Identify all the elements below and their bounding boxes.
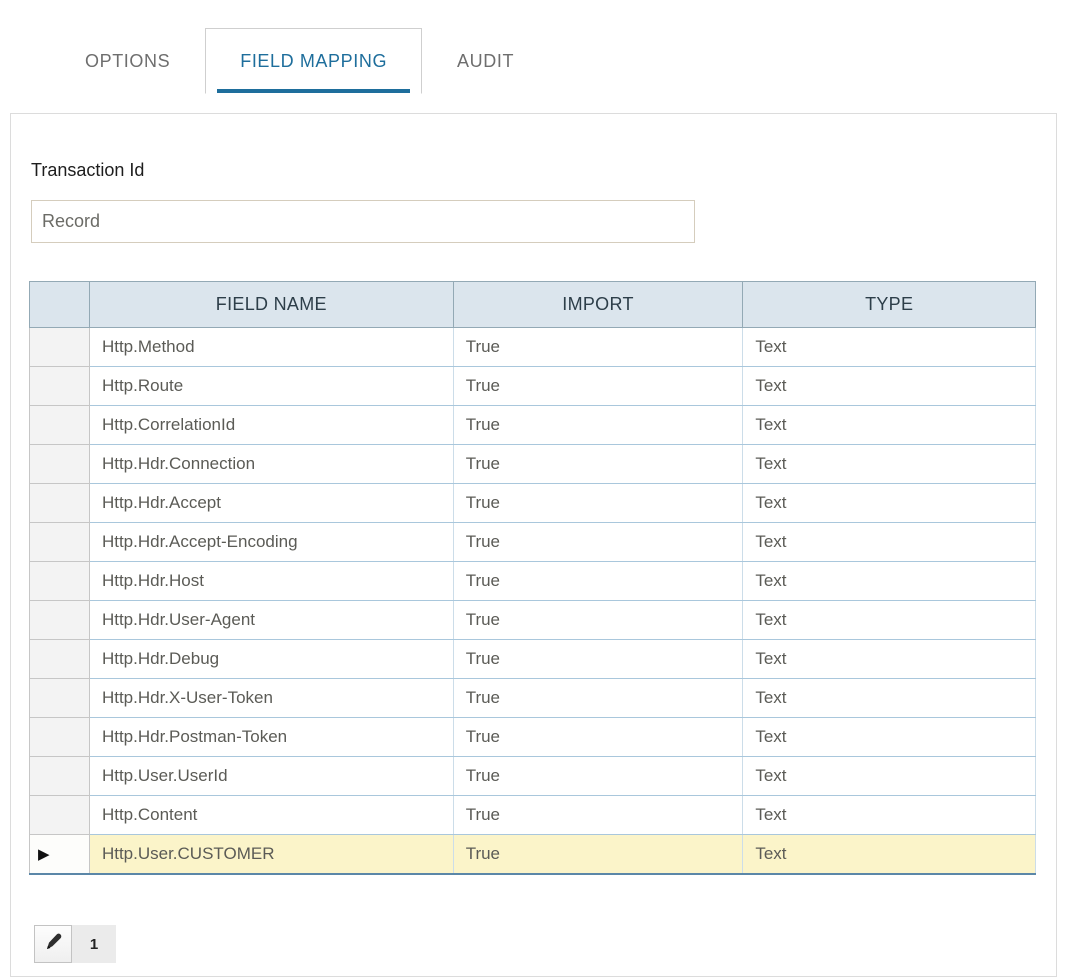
field-name-cell[interactable]: Http.Method	[89, 328, 453, 367]
field-mapping-panel: Transaction Id FIELD NAME IMPORT TYPE Ht…	[10, 113, 1057, 977]
transaction-id-label: Transaction Id	[31, 160, 144, 181]
field-name-cell[interactable]: Http.Route	[89, 367, 453, 406]
type-cell[interactable]: Text	[743, 328, 1036, 367]
import-cell[interactable]: True	[453, 601, 743, 640]
row-selector-cell[interactable]	[30, 679, 90, 718]
field-name-cell[interactable]: Http.Hdr.Postman-Token	[89, 718, 453, 757]
edit-button[interactable]	[34, 925, 72, 963]
table-row[interactable]: Http.MethodTrueText	[30, 328, 1036, 367]
transaction-id-input[interactable]	[31, 200, 695, 243]
field-name-cell[interactable]: Http.Hdr.X-User-Token	[89, 679, 453, 718]
table-row[interactable]: Http.RouteTrueText	[30, 367, 1036, 406]
row-selector-cell[interactable]	[30, 757, 90, 796]
grid-header-row: FIELD NAME IMPORT TYPE	[30, 282, 1036, 328]
import-cell[interactable]: True	[453, 406, 743, 445]
selected-row-arrow-icon: ▶	[38, 847, 50, 862]
type-cell[interactable]: Text	[743, 562, 1036, 601]
field-name-cell[interactable]: Http.User.CUSTOMER	[89, 835, 453, 874]
field-name-cell[interactable]: Http.Hdr.Debug	[89, 640, 453, 679]
type-cell[interactable]: Text	[743, 835, 1036, 874]
import-cell[interactable]: True	[453, 835, 743, 874]
import-cell[interactable]: True	[453, 757, 743, 796]
import-cell[interactable]: True	[453, 445, 743, 484]
row-selector-cell[interactable]	[30, 445, 90, 484]
field-name-cell[interactable]: Http.CorrelationId	[89, 406, 453, 445]
field-name-cell[interactable]: Http.Hdr.Host	[89, 562, 453, 601]
type-cell[interactable]: Text	[743, 406, 1036, 445]
table-row[interactable]: Http.Hdr.X-User-TokenTrueText	[30, 679, 1036, 718]
row-selector-cell[interactable]	[30, 523, 90, 562]
table-row[interactable]: ▶ Http.User.CUSTOMERTrueText	[30, 835, 1036, 874]
table-row[interactable]: Http.Hdr.ConnectionTrueText	[30, 445, 1036, 484]
row-selector-cell[interactable]	[30, 367, 90, 406]
table-row[interactable]: Http.Hdr.AcceptTrueText	[30, 484, 1036, 523]
table-row[interactable]: Http.Hdr.HostTrueText	[30, 562, 1036, 601]
type-cell[interactable]: Text	[743, 367, 1036, 406]
table-row[interactable]: Http.User.UserIdTrueText	[30, 757, 1036, 796]
tab-audit[interactable]: AUDIT	[422, 28, 549, 94]
import-cell[interactable]: True	[453, 562, 743, 601]
table-row[interactable]: Http.Hdr.Postman-TokenTrueText	[30, 718, 1036, 757]
row-selector-cell[interactable]	[30, 796, 90, 835]
row-selector-cell[interactable]: ▶	[30, 835, 90, 874]
row-selector-cell[interactable]	[30, 484, 90, 523]
type-cell[interactable]: Text	[743, 523, 1036, 562]
field-name-cell[interactable]: Http.Hdr.Accept	[89, 484, 453, 523]
type-cell[interactable]: Text	[743, 679, 1036, 718]
field-name-cell[interactable]: Http.Hdr.User-Agent	[89, 601, 453, 640]
type-cell[interactable]: Text	[743, 640, 1036, 679]
row-selector-cell[interactable]	[30, 601, 90, 640]
field-name-cell[interactable]: Http.Hdr.Connection	[89, 445, 453, 484]
table-row[interactable]: Http.Hdr.User-AgentTrueText	[30, 601, 1036, 640]
column-header-type[interactable]: TYPE	[743, 282, 1036, 328]
import-cell[interactable]: True	[453, 679, 743, 718]
page-1-button[interactable]: 1	[72, 925, 116, 963]
column-header-field-name[interactable]: FIELD NAME	[89, 282, 453, 328]
tab-field-mapping[interactable]: FIELD MAPPING	[205, 28, 422, 94]
import-cell[interactable]: True	[453, 523, 743, 562]
table-row[interactable]: Http.Hdr.DebugTrueText	[30, 640, 1036, 679]
column-header-import[interactable]: IMPORT	[453, 282, 743, 328]
import-cell[interactable]: True	[453, 796, 743, 835]
grid-pager: 1	[34, 925, 116, 963]
field-name-cell[interactable]: Http.Hdr.Accept-Encoding	[89, 523, 453, 562]
pencil-icon	[43, 932, 63, 957]
type-cell[interactable]: Text	[743, 796, 1036, 835]
row-selector-cell[interactable]	[30, 406, 90, 445]
row-selector-cell[interactable]	[30, 328, 90, 367]
field-mapping-grid: FIELD NAME IMPORT TYPE Http.MethodTrueTe…	[29, 281, 1036, 875]
selector-column-header	[30, 282, 90, 328]
type-cell[interactable]: Text	[743, 601, 1036, 640]
import-cell[interactable]: True	[453, 484, 743, 523]
field-name-cell[interactable]: Http.User.UserId	[89, 757, 453, 796]
table-row[interactable]: Http.CorrelationIdTrueText	[30, 406, 1036, 445]
tab-options[interactable]: OPTIONS	[50, 28, 205, 94]
import-cell[interactable]: True	[453, 718, 743, 757]
row-selector-cell[interactable]	[30, 640, 90, 679]
table-row[interactable]: Http.Hdr.Accept-EncodingTrueText	[30, 523, 1036, 562]
tab-strip: OPTIONS FIELD MAPPING AUDIT	[50, 28, 549, 94]
row-selector-cell[interactable]	[30, 562, 90, 601]
import-cell[interactable]: True	[453, 328, 743, 367]
import-cell[interactable]: True	[453, 640, 743, 679]
table-row[interactable]: Http.ContentTrueText	[30, 796, 1036, 835]
type-cell[interactable]: Text	[743, 757, 1036, 796]
row-selector-cell[interactable]	[30, 718, 90, 757]
import-cell[interactable]: True	[453, 367, 743, 406]
field-name-cell[interactable]: Http.Content	[89, 796, 453, 835]
grid-body: Http.MethodTrueTextHttp.RouteTrueTextHtt…	[30, 328, 1036, 874]
type-cell[interactable]: Text	[743, 484, 1036, 523]
type-cell[interactable]: Text	[743, 445, 1036, 484]
type-cell[interactable]: Text	[743, 718, 1036, 757]
